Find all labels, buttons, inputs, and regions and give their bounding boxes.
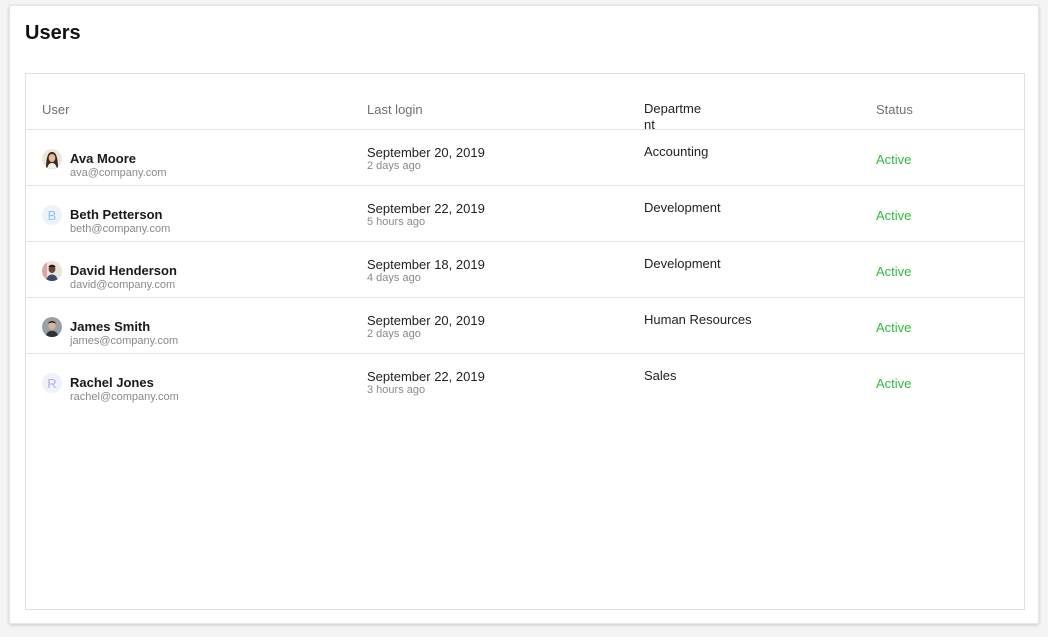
last-login-relative: 2 days ago xyxy=(367,328,421,340)
last-login-date: September 18, 2019 xyxy=(367,257,485,272)
avatar xyxy=(42,149,62,169)
avatar-letter: R xyxy=(47,375,57,391)
last-login-date: September 20, 2019 xyxy=(367,313,485,328)
last-login-relative: 2 days ago xyxy=(367,160,421,172)
user-email: rachel@company.com xyxy=(70,391,179,403)
user-email: beth@company.com xyxy=(70,223,171,235)
woman-portrait-icon xyxy=(42,149,62,169)
page-title: Users xyxy=(25,22,81,44)
avatar xyxy=(42,317,62,337)
table-row[interactable]: Ava Moore ava@company.com September 20, … xyxy=(26,130,1024,186)
status-badge: Active xyxy=(876,376,912,391)
man-portrait-icon xyxy=(42,261,62,281)
table-row[interactable]: David Henderson david@company.com Septem… xyxy=(26,242,1024,298)
man-portrait-icon xyxy=(42,317,62,337)
user-email: james@company.com xyxy=(70,335,179,347)
column-header-last-login[interactable]: Last login xyxy=(367,102,423,117)
column-header-department[interactable]: Department xyxy=(644,101,708,133)
status-badge: Active xyxy=(876,152,912,167)
user-name[interactable]: Beth Petterson xyxy=(70,207,162,222)
avatar: R xyxy=(42,373,62,393)
user-name[interactable]: Rachel Jones xyxy=(70,375,154,390)
table-row[interactable]: James Smith james@company.com September … xyxy=(26,298,1024,354)
status-badge: Active xyxy=(876,264,912,279)
table-header: User Last login Department Status xyxy=(26,74,1024,133)
column-header-user[interactable]: User xyxy=(42,102,69,117)
avatar: B xyxy=(42,205,62,225)
users-table: User Last login Department Status Ava Mo… xyxy=(25,73,1025,610)
status-badge: Active xyxy=(876,208,912,223)
user-name[interactable]: Ava Moore xyxy=(70,151,136,166)
department: Accounting xyxy=(644,144,709,159)
last-login-relative: 5 hours ago xyxy=(367,216,426,228)
last-login-date: September 22, 2019 xyxy=(367,201,485,216)
users-card: Users User Last login Department Status … xyxy=(9,5,1039,624)
last-login-relative: 3 hours ago xyxy=(367,384,426,396)
table-row[interactable]: B Beth Petterson beth@company.com Septem… xyxy=(26,186,1024,242)
user-name[interactable]: David Henderson xyxy=(70,263,177,278)
department: Sales xyxy=(644,368,677,383)
avatar xyxy=(42,261,62,281)
user-email: ava@company.com xyxy=(70,167,167,179)
last-login-date: September 20, 2019 xyxy=(367,145,485,160)
column-header-status[interactable]: Status xyxy=(876,102,913,117)
avatar-letter: B xyxy=(47,207,57,223)
last-login-date: September 22, 2019 xyxy=(367,369,485,384)
status-badge: Active xyxy=(876,320,912,335)
table-row[interactable]: R Rachel Jones rachel@company.com Septem… xyxy=(26,354,1024,410)
department: Development xyxy=(644,200,721,215)
user-email: david@company.com xyxy=(70,279,176,291)
department: Human Resources xyxy=(644,312,752,327)
last-login-relative: 4 days ago xyxy=(367,272,421,284)
department: Development xyxy=(644,256,721,271)
user-name[interactable]: James Smith xyxy=(70,319,150,334)
